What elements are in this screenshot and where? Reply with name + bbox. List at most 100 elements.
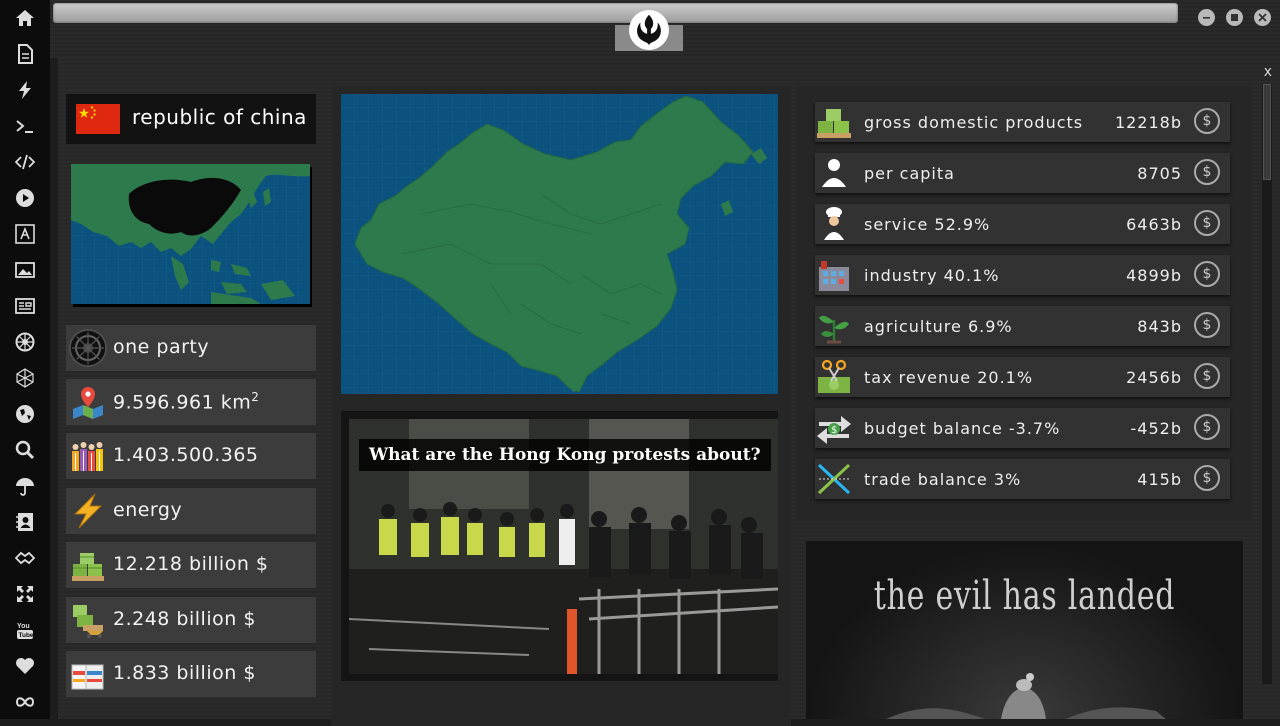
map-pin-icon [69,383,107,421]
population-value: 1.403.500.365 [113,444,259,466]
chef-icon [815,206,853,242]
econ-row-trade-balance[interactable]: trade balance 3% 415b $ [815,459,1230,499]
import-boxes-icon [69,655,107,693]
country-flag [76,104,120,134]
exports-value: 2.248 billion $ [113,608,256,630]
country-panel: x republic of china one party 9.596.961 … [58,58,1280,726]
econ-label: service 52.9% [864,215,991,234]
gdp-row[interactable]: 12.218 billion $ [66,542,316,588]
news-headline[interactable]: What are the Hong Kong protests about? [359,439,771,471]
svg-text:You: You [17,623,30,630]
dollar-coin-icon[interactable]: $ [1194,261,1220,287]
econ-row-tax-revenue[interactable]: tax revenue 20.1% 2456b $ [815,357,1230,397]
imports-value: 1.833 billion $ [113,662,256,684]
dollar-coin-icon[interactable]: $ [1194,108,1220,134]
globe-icon[interactable] [13,402,37,426]
dollar-coin-icon[interactable]: $ [1194,414,1220,440]
econ-value: 6463b [1126,215,1182,234]
area-value: 9.596.961 km2 [113,390,259,413]
dollar-coin-icon[interactable]: $ [1194,312,1220,338]
econ-row-gdp[interactable]: gross domestic products 12218b $ [815,102,1230,142]
scrollbar-thumb[interactable] [1263,84,1271,180]
news-photo[interactable]: What are the Hong Kong protests about? [349,419,778,674]
econ-value: 8705 [1137,164,1182,183]
lightning-icon[interactable] [13,78,37,102]
heart-icon[interactable] [13,654,37,678]
news-card[interactable]: What are the Hong Kong protests about? [341,411,778,681]
resource-row[interactable]: energy [66,488,316,534]
terminal-icon[interactable] [13,114,37,138]
sprout-icon [815,308,853,344]
promo-card[interactable]: the evil has landed [806,541,1243,719]
person-icon [815,155,853,191]
econ-value: 12218b [1114,113,1182,132]
promo-image[interactable]: the evil has landed [806,541,1243,719]
government-type: one party [113,336,210,358]
dollar-coin-icon[interactable]: $ [1194,465,1220,491]
handshake-icon[interactable] [13,546,37,570]
econ-label: industry 40.1% [864,266,1000,285]
maximize-button[interactable] [1226,9,1243,26]
trade-cross-icon [815,461,853,497]
empire-emblem-icon [69,329,107,367]
econ-value: 2456b [1126,368,1182,387]
newspaper-icon[interactable] [13,294,37,318]
umbrella-icon[interactable] [13,474,37,498]
translate-icon[interactable] [13,222,37,246]
search-icon[interactable] [13,438,37,462]
cash-pallet-icon [815,104,853,140]
vertical-scrollbar[interactable] [1262,84,1272,684]
government-row[interactable]: one party [66,325,316,371]
dollar-coin-icon[interactable]: $ [1194,159,1220,185]
area-exponent: 2 [251,390,260,404]
dollar-coin-icon[interactable]: $ [1194,363,1220,389]
imports-row[interactable]: 1.833 billion $ [66,651,316,697]
svg-text:$: $ [831,425,837,436]
contact-card-icon[interactable] [13,510,37,534]
econ-label: trade balance 3% [864,470,1022,489]
econ-value: -452b [1130,419,1182,438]
resource-value: energy [113,499,183,521]
population-row[interactable]: 1.403.500.365 [66,433,316,479]
polyhedron-icon[interactable] [13,366,37,390]
econ-label: budget balance -3.7% [864,419,1061,438]
population-icon [69,437,107,475]
rebel-alliance-icon[interactable] [629,10,669,50]
infinity-icon[interactable] [13,690,37,714]
empire-emblem-icon[interactable] [13,330,37,354]
minimize-button[interactable] [1198,9,1215,26]
econ-row-industry[interactable]: industry 40.1% 4899b $ [815,255,1230,295]
econ-row-budget-balance[interactable]: $ budget balance -3.7% -452b $ [815,408,1230,448]
econ-value: 4899b [1126,266,1182,285]
top-bar [50,0,1280,58]
country-name: republic of china [132,105,307,129]
exports-row[interactable]: 2.248 billion $ [66,597,316,643]
area-row[interactable]: 9.596.961 km2 [66,379,316,425]
econ-row-service[interactable]: service 52.9% 6463b $ [815,204,1230,244]
svg-text:Tube: Tube [19,632,34,639]
econ-label: per capita [864,164,955,183]
play-icon[interactable] [13,186,37,210]
image-icon[interactable] [13,258,37,282]
tax-scissors-icon [815,359,853,395]
address-bar[interactable] [53,3,1178,23]
expand-icon[interactable] [13,582,37,606]
exchange-arrows-icon: $ [815,410,853,446]
econ-row-per-capita[interactable]: per capita 8705 $ [815,153,1230,193]
asia-locator-map[interactable] [71,164,310,304]
panel-close-button[interactable]: x [1264,64,1272,80]
gdp-value: 12.218 billion $ [113,553,269,575]
energy-bolt-icon [69,492,107,530]
home-icon[interactable] [13,6,37,30]
economy-panel [796,86,1252,521]
econ-row-agriculture[interactable]: agriculture 6.9% 843b $ [815,306,1230,346]
econ-value: 415b [1137,470,1182,489]
cash-pallet-icon [69,546,107,584]
document-icon[interactable] [13,42,37,66]
factory-icon [815,257,853,293]
code-icon[interactable] [13,150,37,174]
country-map[interactable] [341,94,778,394]
dollar-coin-icon[interactable]: $ [1194,210,1220,236]
youtube-icon[interactable]: You Tube [13,618,37,642]
close-window-button[interactable] [1254,9,1271,26]
